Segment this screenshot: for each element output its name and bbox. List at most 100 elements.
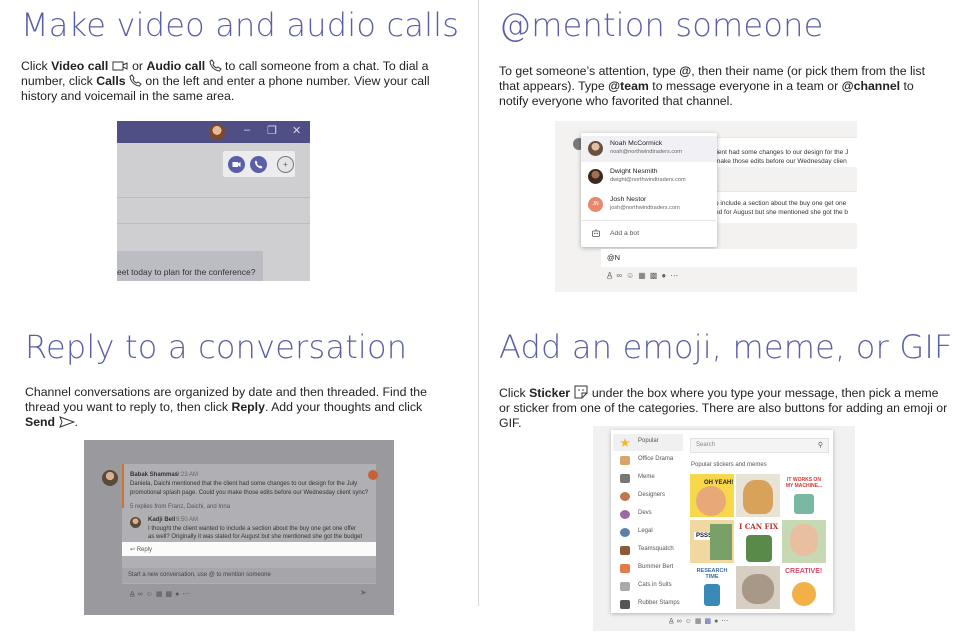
star-icon xyxy=(620,438,630,447)
sticker-search-input[interactable]: Search ⚲ xyxy=(690,438,829,453)
composer-toolbar: A̲∞☺▦▩●⋯ xyxy=(130,590,192,598)
message-text: as well? Originally it was slated for Au… xyxy=(148,534,363,540)
send-icon xyxy=(58,416,75,428)
phone-icon xyxy=(129,74,142,87)
divider xyxy=(117,223,310,224)
category-office-drama[interactable]: Office Drama xyxy=(613,452,683,469)
sticker-tile[interactable] xyxy=(782,520,826,563)
mention-text: to message everyone in a team or xyxy=(648,79,842,93)
mention-text: To get someone’s attention, type xyxy=(499,64,680,78)
message-card xyxy=(711,191,857,223)
suggestion-item[interactable]: Dwight Nesmith dwight@northwindtraders.c… xyxy=(581,164,717,190)
reply-button-label: ↩ Reply xyxy=(130,547,153,553)
channel-label: @channel xyxy=(841,79,901,93)
composer-toolbar: A̲∞☺▦▩●⋯ xyxy=(669,617,731,625)
sticker-tile[interactable]: PSSST! xyxy=(690,520,734,563)
emoji-icon[interactable]: ☺ xyxy=(626,271,638,280)
category-icon xyxy=(620,528,630,537)
team-label: @team xyxy=(608,79,649,93)
sticker-icon[interactable]: ▩ xyxy=(650,271,662,280)
suggestion-item[interactable]: Noah McCormick noah@northwindtraders.com xyxy=(581,136,717,162)
category-designers[interactable]: Designers xyxy=(613,488,683,505)
category-icon xyxy=(620,474,630,483)
suggestion-item[interactable]: JN Josh Nestor josh@northwindtraders.com xyxy=(581,192,717,218)
grumpy-cat-art xyxy=(742,574,774,604)
attach-icon[interactable]: ∞ xyxy=(677,618,685,625)
calls-screenshot: – ❐ ✕ + eet today to plan for the confer… xyxy=(117,121,310,281)
video-call-button[interactable] xyxy=(228,156,245,173)
sticker-tile[interactable] xyxy=(736,474,780,517)
category-icon xyxy=(620,564,630,573)
add-bot-label: Add a bot xyxy=(610,230,640,237)
author-name: Babak Shammas xyxy=(130,472,179,478)
category-rubber-stamps[interactable]: Rubber Stamps xyxy=(613,596,683,613)
sticker-tile[interactable] xyxy=(736,566,780,609)
emoji-heading: Add an emoji, meme, or GIF xyxy=(499,328,953,366)
maximize-icon[interactable]: ❐ xyxy=(267,124,277,137)
sticker-icon[interactable]: ▩ xyxy=(165,591,175,598)
emoji-paragraph: Click Sticker under the box where you ty… xyxy=(499,385,949,431)
more-icon[interactable]: ⋯ xyxy=(182,591,192,598)
category-meme[interactable]: Meme xyxy=(613,470,683,487)
sticker-icon[interactable]: ▩ xyxy=(704,618,714,625)
reply-label: Reply xyxy=(231,400,265,414)
category-cats-in-suits[interactable]: Cats in Suits xyxy=(613,578,683,595)
attach-icon[interactable]: ∞ xyxy=(138,591,146,598)
sticker-tile[interactable]: RESEARCH TIME xyxy=(690,566,734,609)
timestamp: 9:50 AM xyxy=(176,517,199,523)
gif-icon[interactable]: ▦ xyxy=(638,271,650,280)
at-label: @ xyxy=(679,64,692,78)
format-icon[interactable]: A̲ xyxy=(607,271,616,280)
sticker-tile[interactable]: I CAN FIX IT xyxy=(736,520,780,563)
emoji-text: Click xyxy=(499,386,530,400)
category-popular[interactable]: Popular xyxy=(613,434,683,451)
video-camera-icon xyxy=(232,162,241,167)
add-bot-item[interactable]: Add a bot xyxy=(581,221,717,247)
attach-icon[interactable]: ∞ xyxy=(616,271,626,280)
category-legal[interactable]: Legal xyxy=(613,524,683,541)
add-people-button[interactable]: + xyxy=(277,156,294,173)
avatar xyxy=(130,517,141,528)
sticker-tile[interactable]: CREATIVE! xyxy=(782,566,826,609)
category-label: Popular xyxy=(638,438,659,444)
format-icon[interactable]: A̲ xyxy=(130,591,138,598)
sticker-tile[interactable]: OH YEAH! xyxy=(690,474,734,517)
phone-icon xyxy=(209,59,222,72)
close-icon[interactable]: ✕ xyxy=(292,124,301,137)
reply-paragraph: Channel conversations are organized by d… xyxy=(25,385,445,430)
bot-icon xyxy=(592,229,600,237)
emoji-icon[interactable]: ☺ xyxy=(685,618,695,625)
calls-text: Click xyxy=(21,59,52,73)
more-icon[interactable]: ⋯ xyxy=(670,271,682,280)
person-name: Dwight Nesmith xyxy=(610,168,658,175)
category-devs[interactable]: Devs xyxy=(613,506,683,523)
message-text: o include a section about the buy one ge… xyxy=(715,200,847,207)
category-teamsquatch[interactable]: Teamsquatch xyxy=(613,542,683,559)
person-email: dwight@northwindtraders.com xyxy=(610,177,686,183)
format-icon[interactable]: A̲ xyxy=(669,618,677,625)
calls-heading: Make video and audio calls xyxy=(21,6,460,44)
category-icon xyxy=(620,456,630,465)
message-composer[interactable]: @N xyxy=(601,249,857,267)
meet-icon[interactable]: ● xyxy=(661,271,670,280)
replies-summary[interactable]: 5 replies from Franz, Daichi, and Inna xyxy=(130,504,230,510)
message-text: make those edits before our Wednesday cl… xyxy=(715,158,847,165)
audio-call-button[interactable] xyxy=(250,156,267,173)
avatar: JN xyxy=(588,197,603,212)
gif-icon[interactable]: ▦ xyxy=(156,591,166,598)
sticker-text: IT WORKS ON MY MACHINE... xyxy=(785,477,823,489)
popular-label: Popular stickers and memes xyxy=(691,462,767,468)
send-icon[interactable]: ➤ xyxy=(360,588,367,597)
reply-button[interactable] xyxy=(122,542,376,556)
sticker-text: OH YEAH! xyxy=(704,480,734,486)
category-bummer-bert[interactable]: Bummer Bert xyxy=(613,560,683,577)
more-icon[interactable]: ⋯ xyxy=(721,618,731,625)
gif-icon[interactable]: ▦ xyxy=(695,618,705,625)
calls-text: or xyxy=(128,59,147,73)
emoji-icon[interactable]: ☺ xyxy=(146,591,156,598)
phone-icon xyxy=(254,160,263,169)
sticker-tile[interactable]: IT WORKS ON MY MACHINE... xyxy=(782,474,826,517)
minimize-icon[interactable]: – xyxy=(244,124,250,136)
avatar[interactable] xyxy=(209,124,225,140)
calls-paragraph: Click Video call or Audio call to call s… xyxy=(21,59,451,104)
